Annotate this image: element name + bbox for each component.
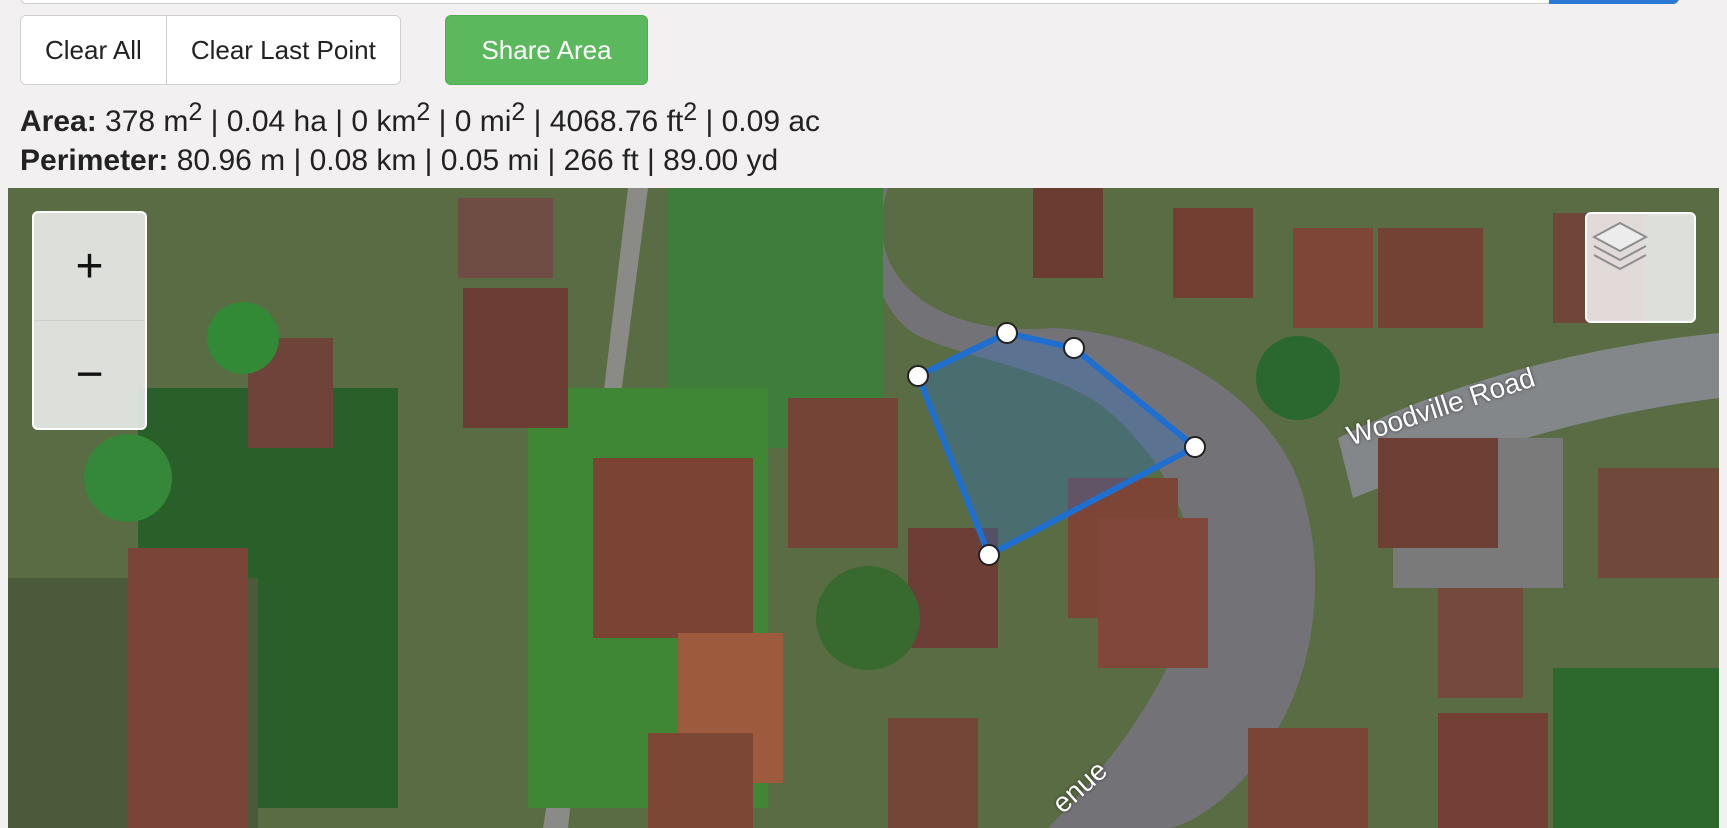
polygon-vertex-handle[interactable]: [1184, 436, 1206, 458]
area-value-ha-km2: | 0.04 ha | 0 km: [202, 105, 417, 138]
area-value-ac: | 0.09 ac: [697, 105, 821, 138]
search-button-edge[interactable]: [1549, 0, 1679, 4]
area-superscript-m2: 2: [188, 98, 203, 126]
perimeter-value: 80.96 m | 0.08 km | 0.05 mi | 266 ft | 8…: [176, 144, 779, 177]
measurement-stats: Area: 378 m2 | 0.04 ha | 0 km2 | 0 mi2 |…: [20, 93, 820, 180]
area-superscript-km2: 2: [416, 98, 431, 126]
area-superscript-mi2: 2: [511, 98, 526, 126]
clear-last-point-button[interactable]: Clear Last Point: [165, 16, 400, 84]
polygon-vertex-handle[interactable]: [996, 322, 1018, 344]
search-input-edge[interactable]: [20, 0, 1552, 4]
perimeter-label: Perimeter:: [20, 144, 169, 177]
area-value-mi2: | 0 mi: [430, 105, 512, 138]
zoom-in-button[interactable]: +: [34, 213, 145, 319]
layers-icon: [1591, 221, 1649, 271]
area-value-m2: 378 m: [105, 105, 189, 138]
clear-button-group: Clear All Clear Last Point: [20, 15, 401, 85]
area-value-ft2: | 4068.76 ft: [525, 105, 684, 138]
perimeter-line: Perimeter: 80.96 m | 0.08 km | 0.05 mi |…: [20, 141, 820, 180]
zoom-out-button[interactable]: −: [34, 320, 145, 427]
area-label: Area:: [20, 105, 97, 138]
layers-button[interactable]: [1585, 212, 1696, 323]
clear-all-button[interactable]: Clear All: [21, 16, 166, 84]
zoom-control: + −: [32, 211, 147, 430]
polygon-vertex-handle[interactable]: [1063, 337, 1085, 359]
satellite-map[interactable]: Woodville Road enue + −: [8, 188, 1719, 828]
polygon-vertex-handle[interactable]: [907, 365, 929, 387]
satellite-imagery: [8, 188, 1719, 828]
polygon-vertex-handle[interactable]: [978, 544, 1000, 566]
area-line: Area: 378 m2 | 0.04 ha | 0 km2 | 0 mi2 |…: [20, 93, 820, 141]
share-area-button[interactable]: Share Area: [445, 15, 648, 85]
area-superscript-ft2: 2: [683, 98, 698, 126]
